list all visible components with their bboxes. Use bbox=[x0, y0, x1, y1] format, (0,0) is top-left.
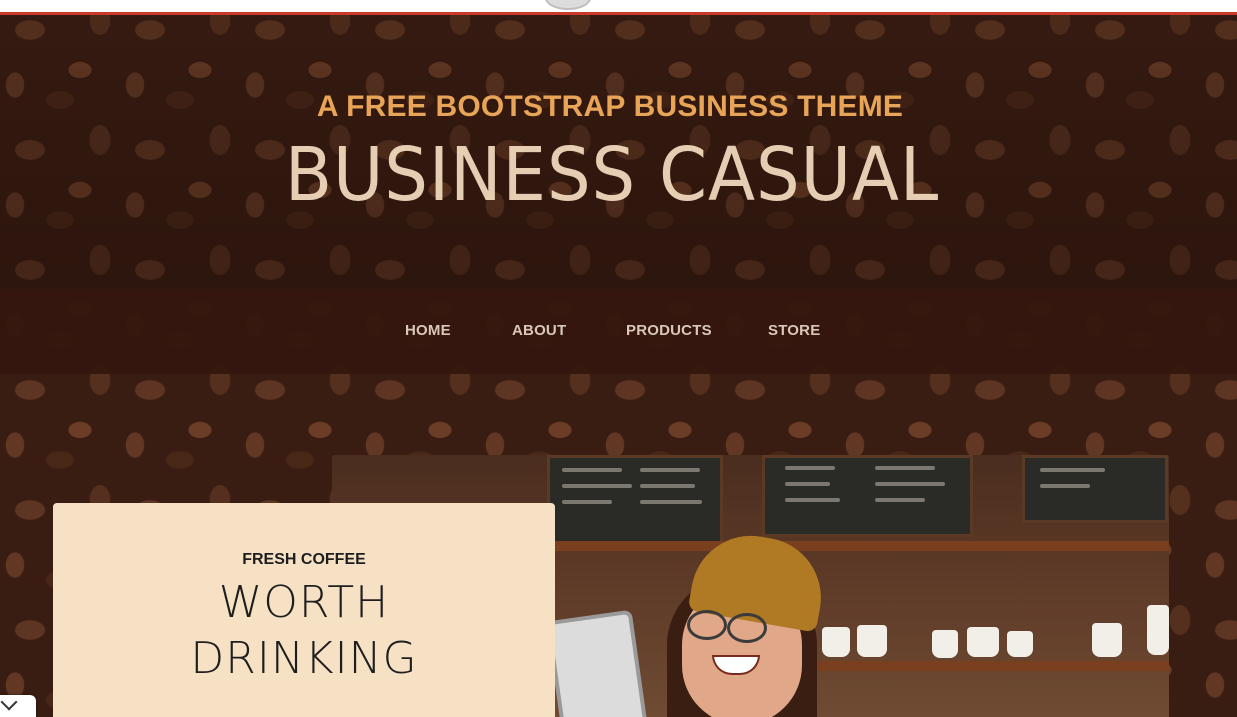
glasses-right bbox=[727, 613, 767, 643]
nav-link-products[interactable]: PRODUCTS bbox=[626, 322, 712, 339]
menu-board-left bbox=[547, 455, 723, 545]
main-navbar: HOME ABOUT PRODUCTS STORE bbox=[0, 289, 1237, 374]
pos-tablet bbox=[546, 609, 648, 717]
glasses-left bbox=[687, 610, 727, 640]
nav-links: HOME ABOUT PRODUCTS STORE bbox=[0, 289, 1237, 374]
scroll-indicator bbox=[545, 0, 591, 10]
nav-link-store[interactable]: STORE bbox=[768, 322, 820, 339]
corner-toggle-button[interactable] bbox=[0, 693, 36, 717]
intro-card: FRESH COFFEE WORTH DRINKING bbox=[53, 503, 555, 717]
browser-top-bar bbox=[0, 0, 1237, 15]
nav-link-home[interactable]: HOME bbox=[405, 322, 451, 339]
site-subtitle: A FREE BOOTSTRAP BUSINESS THEME bbox=[316, 90, 904, 123]
menu-board-center bbox=[762, 455, 973, 537]
intro-heading-line1: WORTH bbox=[218, 577, 390, 628]
intro-heading-line2: DRINKING bbox=[190, 633, 418, 684]
chevron-down-icon bbox=[0, 693, 18, 711]
site-title[interactable]: BUSINESS CASUAL bbox=[43, 132, 1181, 218]
shelf-top bbox=[542, 541, 1169, 551]
intro-heading: WORTH DRINKING bbox=[53, 575, 555, 687]
nav-link-about[interactable]: ABOUT bbox=[512, 322, 566, 339]
intro-kicker: FRESH COFFEE bbox=[242, 551, 366, 568]
menu-board-right bbox=[1022, 455, 1168, 523]
site-title-text: BUSINESS CASUAL bbox=[284, 132, 940, 218]
shelf-bottom bbox=[812, 661, 1169, 671]
